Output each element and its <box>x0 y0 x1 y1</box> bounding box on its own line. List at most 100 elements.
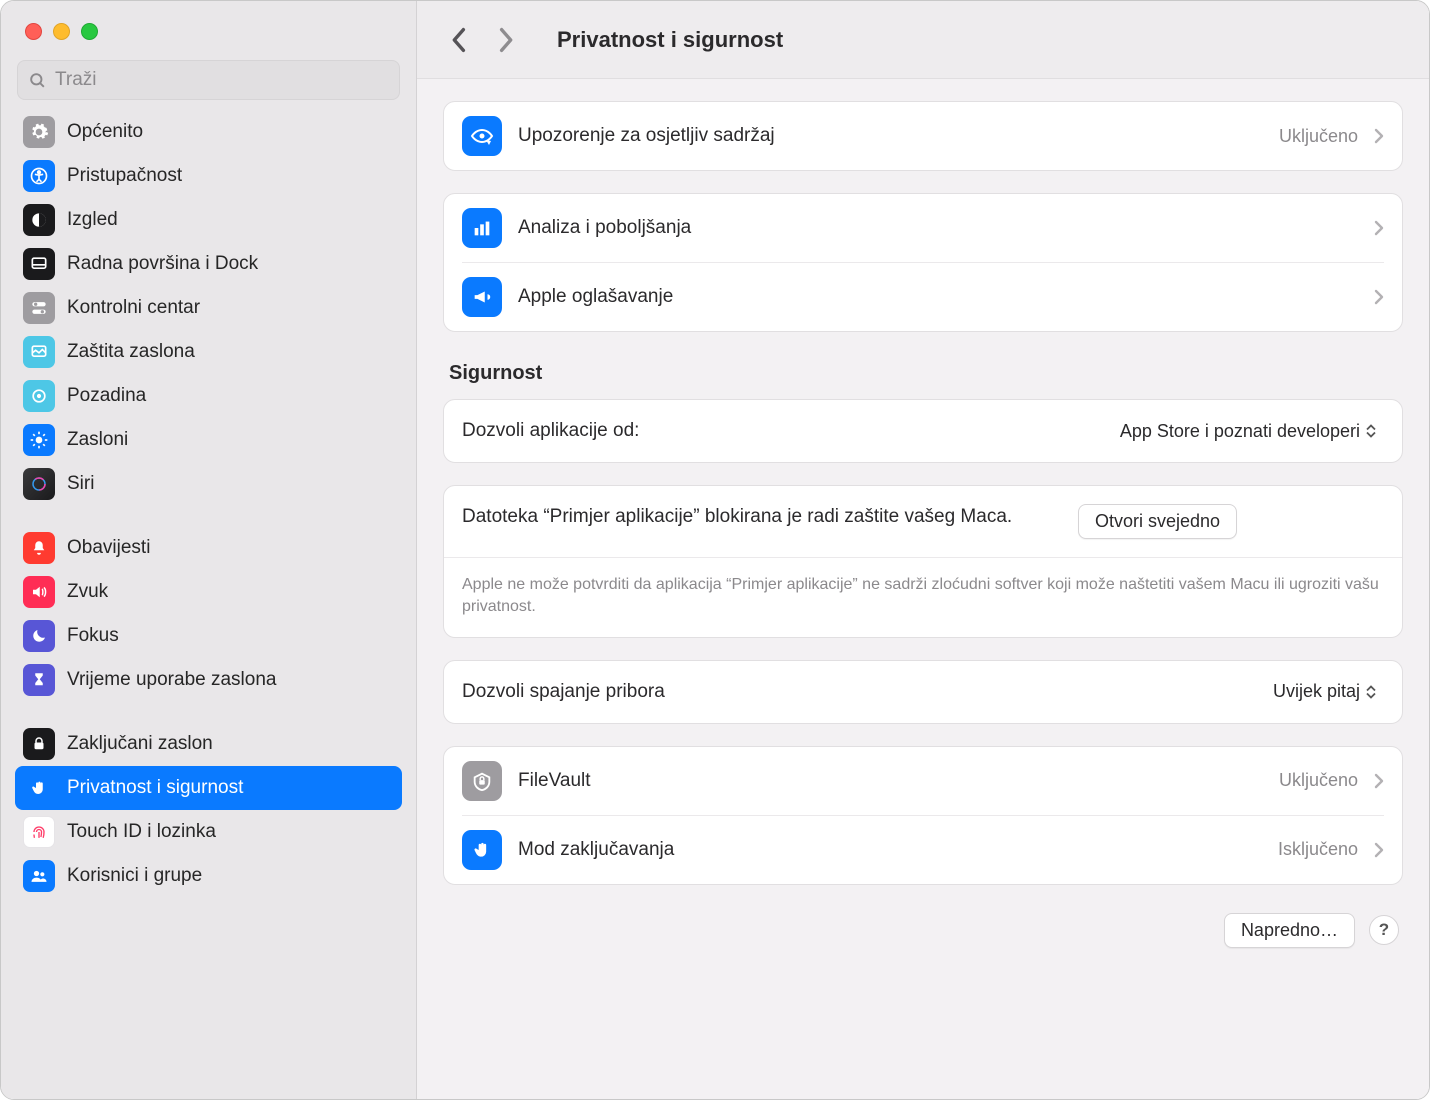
minimize-window-button[interactable] <box>53 23 70 40</box>
content-scroll[interactable]: Upozorenje za osjetljiv sadržaj Uključen… <box>417 79 1429 1099</box>
sidebar-item-lock-screen[interactable]: Zaključani zaslon <box>15 722 402 766</box>
allow-apps-label: Dozvoli aplikacije od: <box>462 420 1096 442</box>
wallpaper-icon <box>23 380 55 412</box>
sidebar-item-control-center[interactable]: Kontrolni centar <box>15 286 402 330</box>
row-label: Mod zaključavanja <box>518 839 1262 861</box>
row-label: FileVault <box>518 770 1263 792</box>
page-title: Privatnost i sigurnost <box>557 27 783 53</box>
row-filevault[interactable]: FileVault Uključeno <box>444 747 1402 815</box>
sidebar-item-label: Obavijesti <box>67 537 150 559</box>
chevron-right-icon <box>1374 220 1384 236</box>
row-analytics[interactable]: Analiza i poboljšanja <box>444 194 1402 262</box>
gear-icon <box>23 116 55 148</box>
eye-warning-icon <box>462 116 502 156</box>
search-placeholder: Traži <box>55 69 97 91</box>
sidebar-item-users-groups[interactable]: Korisnici i grupe <box>15 854 402 898</box>
sidebar-item-label: Fokus <box>67 625 119 647</box>
sidebar-list: Općenito Pristupačnost Izgled Radna povr… <box>1 110 416 912</box>
sidebar-item-focus[interactable]: Fokus <box>15 614 402 658</box>
sidebar-item-sound[interactable]: Zvuk <box>15 570 402 614</box>
chevron-right-icon <box>1374 842 1384 858</box>
card-filevault-lockdown: FileVault Uključeno Mod zaključavanja Is… <box>443 746 1403 885</box>
row-status: Isključeno <box>1278 839 1358 860</box>
zoom-window-button[interactable] <box>81 23 98 40</box>
card-analytics-advertising: Analiza i poboljšanja Apple oglašavanje <box>443 193 1403 332</box>
sidebar-item-appearance[interactable]: Izgled <box>15 198 402 242</box>
sidebar-item-label: Općenito <box>67 121 143 143</box>
sidebar-item-label: Izgled <box>67 209 118 231</box>
sidebar-item-notifications[interactable]: Obavijesti <box>15 526 402 570</box>
sidebar-item-label: Zasloni <box>67 429 128 451</box>
filevault-icon <box>462 761 502 801</box>
stepper-icon <box>1366 424 1376 438</box>
sidebar-item-label: Korisnici i grupe <box>67 865 202 887</box>
forward-button[interactable] <box>491 26 519 54</box>
footer-row: Napredno… ? <box>443 907 1403 956</box>
allow-apps-select[interactable]: App Store i poznati developeri <box>1112 419 1384 444</box>
siri-icon <box>23 468 55 500</box>
sidebar-item-label: Vrijeme uporabe zaslona <box>67 669 276 691</box>
card-sensitive-content: Upozorenje za osjetljiv sadržaj Uključen… <box>443 101 1403 171</box>
accessories-select[interactable]: Uvijek pitaj <box>1265 679 1384 704</box>
toolbar: Privatnost i sigurnost <box>417 1 1429 79</box>
sidebar-item-label: Pristupačnost <box>67 165 182 187</box>
row-sensitive-content[interactable]: Upozorenje za osjetljiv sadržaj Uključen… <box>444 102 1402 170</box>
accessories-label: Dozvoli spajanje pribora <box>462 681 1249 703</box>
sidebar-item-touch-id[interactable]: Touch ID i lozinka <box>15 810 402 854</box>
card-blocked-app: Datoteka “Primjer aplikacije” blokirana … <box>443 485 1403 638</box>
control-center-icon <box>23 292 55 324</box>
advanced-button[interactable]: Napredno… <box>1224 913 1355 948</box>
sidebar-item-label: Touch ID i lozinka <box>67 821 216 843</box>
hand-icon <box>462 830 502 870</box>
sound-icon <box>23 576 55 608</box>
blocked-message: Datoteka “Primjer aplikacije” blokirana … <box>462 504 1062 530</box>
close-window-button[interactable] <box>25 23 42 40</box>
row-status: Uključeno <box>1279 770 1358 791</box>
appearance-icon <box>23 204 55 236</box>
dock-icon <box>23 248 55 280</box>
window-controls <box>1 15 416 54</box>
sidebar-item-wallpaper[interactable]: Pozadina <box>15 374 402 418</box>
sidebar-item-label: Radna površina i Dock <box>67 253 258 275</box>
sidebar-item-privacy-security[interactable]: Privatnost i sigurnost <box>15 766 402 810</box>
back-button[interactable] <box>445 26 473 54</box>
sidebar-item-siri[interactable]: Siri <box>15 462 402 506</box>
blocked-description: Apple ne može potvrditi da aplikacija “P… <box>444 557 1402 637</box>
sidebar-item-label: Siri <box>67 473 94 495</box>
select-value: App Store i poznati developeri <box>1120 421 1360 442</box>
search-icon <box>28 71 47 90</box>
row-label: Apple oglašavanje <box>518 286 1358 308</box>
moon-icon <box>23 620 55 652</box>
section-header-security: Sigurnost <box>443 354 1403 399</box>
open-anyway-button[interactable]: Otvori svejedno <box>1078 504 1237 539</box>
sidebar-item-screensaver[interactable]: Zaštita zaslona <box>15 330 402 374</box>
sidebar-item-displays[interactable]: Zasloni <box>15 418 402 462</box>
sidebar-item-screen-time[interactable]: Vrijeme uporabe zaslona <box>15 658 402 702</box>
chevron-right-icon <box>1374 128 1384 144</box>
bar-chart-icon <box>462 208 502 248</box>
sidebar-item-label: Zaštita zaslona <box>67 341 195 363</box>
row-allow-apps: Dozvoli aplikacije od: App Store i pozna… <box>444 400 1402 462</box>
sidebar-item-label: Zvuk <box>67 581 108 603</box>
lock-screen-icon <box>23 728 55 760</box>
row-apple-advertising[interactable]: Apple oglašavanje <box>462 262 1384 331</box>
row-blocked-message: Datoteka “Primjer aplikacije” blokirana … <box>444 486 1402 557</box>
fingerprint-icon <box>23 816 55 848</box>
accessibility-icon <box>23 160 55 192</box>
sidebar-item-desktop-dock[interactable]: Radna površina i Dock <box>15 242 402 286</box>
sidebar-item-label: Zaključani zaslon <box>67 733 213 755</box>
hand-icon <box>23 772 55 804</box>
sidebar-item-accessibility[interactable]: Pristupačnost <box>15 154 402 198</box>
row-accessories: Dozvoli spajanje pribora Uvijek pitaj <box>444 661 1402 723</box>
sidebar-item-label: Privatnost i sigurnost <box>67 777 243 799</box>
row-label: Analiza i poboljšanja <box>518 217 1358 239</box>
card-accessories: Dozvoli spajanje pribora Uvijek pitaj <box>443 660 1403 724</box>
row-lockdown-mode[interactable]: Mod zaključavanja Isključeno <box>462 815 1384 884</box>
sidebar-item-general[interactable]: Općenito <box>15 110 402 154</box>
search-input[interactable]: Traži <box>17 60 400 100</box>
help-button[interactable]: ? <box>1369 915 1399 945</box>
sidebar-item-label: Kontrolni centar <box>67 297 200 319</box>
settings-window: Traži Općenito Pristupačnost I <box>0 0 1430 1100</box>
select-value: Uvijek pitaj <box>1273 681 1360 702</box>
sidebar: Traži Općenito Pristupačnost I <box>1 1 417 1099</box>
